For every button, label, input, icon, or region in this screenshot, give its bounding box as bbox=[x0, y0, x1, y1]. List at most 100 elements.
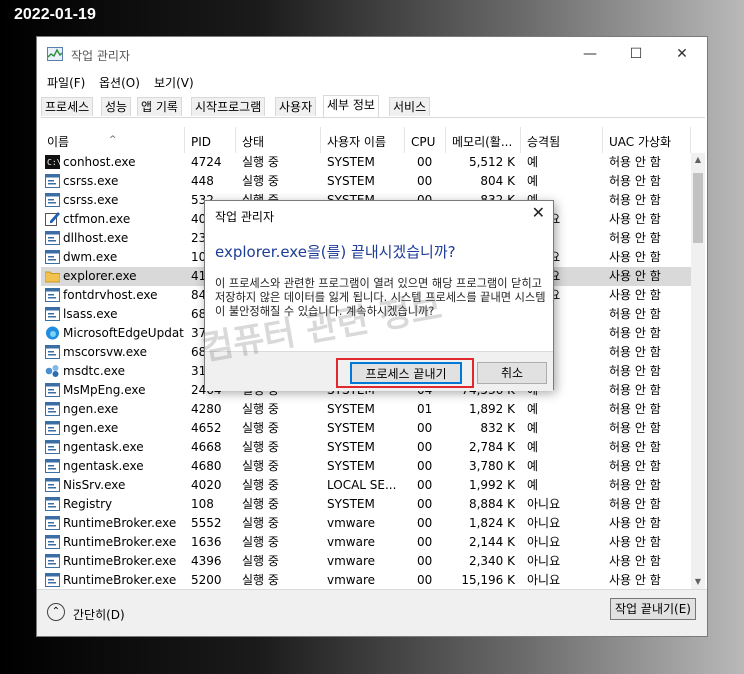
process-window-icon bbox=[45, 402, 60, 416]
column-header-uac[interactable]: UAC 가상화 bbox=[603, 127, 691, 153]
process-name: csrss.exe bbox=[63, 174, 119, 188]
process-uac-cell: 허용 안 함 bbox=[609, 174, 661, 188]
table-row[interactable]: csrss.exe 448 실행 중 SYSTEM 00 804 K 예 허용 안 함 bbox=[41, 172, 691, 191]
table-row[interactable]: RuntimeBroker.exe 1636 실행 중 vmware 00 2,144 K… bbox=[41, 533, 691, 552]
minimize-button[interactable]: — bbox=[567, 37, 613, 71]
column-header-elevated[interactable]: 승격됨 bbox=[521, 127, 603, 153]
process-window-icon bbox=[45, 421, 60, 435]
process-pid-cell: 4680 bbox=[191, 459, 222, 473]
process-msdtc-icon bbox=[45, 364, 60, 378]
process-name: dwm.exe bbox=[63, 250, 118, 264]
fewer-details-link[interactable]: 간단히(D) bbox=[73, 606, 125, 623]
process-cpu-cell: 00 bbox=[417, 440, 433, 454]
table-row[interactable]: NisSrv.exe 4020 실행 중 LOCAL SE... 00 1,992 K 예 허… bbox=[41, 476, 691, 495]
process-name-cell: explorer.exe bbox=[41, 267, 185, 286]
process-name: RuntimeBroker.exe bbox=[63, 573, 177, 587]
process-window-icon bbox=[45, 231, 60, 245]
tab-services[interactable]: 서비스 bbox=[389, 97, 431, 116]
process-mem-cell: 1,992 K bbox=[468, 478, 515, 492]
menu-bar: 파일(F) 옵션(O) 보기(V) bbox=[37, 71, 707, 93]
scroll-up-icon[interactable]: ▲ bbox=[691, 153, 705, 167]
process-mem-cell: 5,512 K bbox=[468, 155, 515, 169]
table-row[interactable]: ngentask.exe 4668 실행 중 SYSTEM 00 2,784 K 예 허용 안… bbox=[41, 438, 691, 457]
tab-processes[interactable]: 프로세스 bbox=[41, 97, 94, 116]
vertical-scrollbar[interactable]: ▲ ▼ bbox=[691, 153, 705, 589]
menu-file[interactable]: 파일(F) bbox=[47, 74, 85, 91]
column-header-cpu[interactable]: CPU bbox=[405, 127, 446, 153]
process-name-cell: fontdrvhost.exe bbox=[41, 286, 185, 305]
column-header-pid[interactable]: PID bbox=[185, 127, 236, 153]
dialog-close-icon[interactable]: ✕ bbox=[532, 203, 545, 222]
process-name-cell: dllhost.exe bbox=[41, 229, 185, 248]
table-row[interactable]: ngen.exe 4280 실행 중 SYSTEM 01 1,892 K 예 허용 안 함 bbox=[41, 400, 691, 419]
process-name-cell: dwm.exe bbox=[41, 248, 185, 267]
chevron-up-icon[interactable]: ⌃ bbox=[47, 603, 65, 621]
process-window-icon bbox=[45, 345, 60, 359]
process-mem-cell: 1,824 K bbox=[468, 516, 515, 530]
process-uac-cell: 허용 안 함 bbox=[609, 402, 661, 416]
table-row[interactable]: RuntimeBroker.exe 4396 실행 중 vmware 00 2,340 K… bbox=[41, 552, 691, 571]
table-row[interactable]: Registry 108 실행 중 SYSTEM 00 8,884 K 아니요 허용 안 함 bbox=[41, 495, 691, 514]
process-name-cell: csrss.exe bbox=[41, 191, 185, 210]
close-button[interactable]: ✕ bbox=[659, 37, 705, 71]
process-status-cell: 실행 중 bbox=[242, 497, 279, 511]
process-pid-cell: 448 bbox=[191, 174, 214, 188]
process-name-cell: ngen.exe bbox=[41, 400, 185, 419]
process-uac-cell: 허용 안 함 bbox=[609, 459, 661, 473]
process-name-cell: ctfmon.exe bbox=[41, 210, 185, 229]
table-row[interactable]: RuntimeBroker.exe 5552 실행 중 vmware 00 1,824 K… bbox=[41, 514, 691, 533]
process-pid-cell: 4396 bbox=[191, 554, 222, 568]
process-name-cell: RuntimeBroker.exe bbox=[41, 533, 185, 552]
process-pen-icon bbox=[45, 212, 60, 226]
process-user-cell: vmware bbox=[327, 516, 376, 530]
process-pid-cell: 5200 bbox=[191, 573, 222, 587]
process-window-icon bbox=[45, 516, 60, 530]
tab-app-history[interactable]: 앱 기록 bbox=[137, 97, 182, 116]
scrollbar-thumb[interactable] bbox=[693, 173, 703, 243]
cancel-button[interactable]: 취소 bbox=[477, 362, 547, 384]
end-process-button[interactable]: 프로세스 끝내기 bbox=[350, 362, 462, 384]
process-elev-cell: 아니요 bbox=[527, 573, 561, 587]
process-user-cell: SYSTEM bbox=[327, 459, 375, 473]
process-mem-cell: 1,892 K bbox=[468, 402, 515, 416]
maximize-button[interactable]: ☐ bbox=[613, 37, 659, 71]
process-name-cell: MicrosoftEdgeUpdat... bbox=[41, 324, 185, 343]
process-uac-cell: 허용 안 함 bbox=[609, 307, 661, 321]
process-name-cell: RuntimeBroker.exe bbox=[41, 514, 185, 533]
process-window-icon bbox=[45, 193, 60, 207]
process-uac-cell: 사용 안 함 bbox=[609, 212, 661, 226]
scroll-down-icon[interactable]: ▼ bbox=[691, 575, 705, 589]
process-window-icon bbox=[45, 383, 60, 397]
process-elev-cell: 예 bbox=[527, 155, 539, 169]
tab-startup[interactable]: 시작프로그램 bbox=[191, 97, 266, 116]
process-elev-cell: 예 bbox=[527, 459, 539, 473]
process-name-cell: ngen.exe bbox=[41, 419, 185, 438]
column-header-status[interactable]: 상태 bbox=[236, 127, 321, 153]
tab-performance[interactable]: 성능 bbox=[101, 97, 132, 116]
column-header-name[interactable]: ^ 이름 bbox=[41, 127, 185, 153]
column-header-memory[interactable]: 메모리(활... bbox=[446, 127, 521, 153]
end-task-button[interactable]: 작업 끝내기(E) bbox=[610, 598, 696, 620]
process-name: dllhost.exe bbox=[63, 231, 129, 245]
process-uac-cell: 사용 안 함 bbox=[609, 554, 661, 568]
menu-options[interactable]: 옵션(O) bbox=[99, 74, 140, 91]
process-mem-cell: 2,340 K bbox=[468, 554, 515, 568]
table-row[interactable]: RuntimeBroker.exe 5200 실행 중 vmware 00 15,196 … bbox=[41, 571, 691, 589]
process-pid-cell: 108 bbox=[191, 497, 214, 511]
process-window-icon bbox=[45, 554, 60, 568]
process-status-cell: 실행 중 bbox=[242, 573, 279, 587]
table-row[interactable]: ngentask.exe 4680 실행 중 SYSTEM 00 3,780 K 예 허용 안… bbox=[41, 457, 691, 476]
task-manager-icon bbox=[47, 47, 63, 61]
table-row[interactable]: C:\conhost.exe 4724 실행 중 SYSTEM 00 5,512 K 예 허용… bbox=[41, 153, 691, 172]
table-row[interactable]: ngen.exe 4652 실행 중 SYSTEM 00 832 K 예 허용 안 함 bbox=[41, 419, 691, 438]
menu-view[interactable]: 보기(V) bbox=[154, 74, 194, 91]
process-name: ngen.exe bbox=[63, 421, 119, 435]
tab-details[interactable]: 세부 정보 bbox=[323, 95, 379, 117]
process-pid-cell: 1636 bbox=[191, 535, 222, 549]
process-name-cell: lsass.exe bbox=[41, 305, 185, 324]
column-header-user[interactable]: 사용자 이름 bbox=[321, 127, 405, 153]
process-window-icon bbox=[45, 440, 60, 454]
process-elev-cell: 아니요 bbox=[527, 535, 561, 549]
process-status-cell: 실행 중 bbox=[242, 459, 279, 473]
tab-users[interactable]: 사용자 bbox=[275, 97, 317, 116]
